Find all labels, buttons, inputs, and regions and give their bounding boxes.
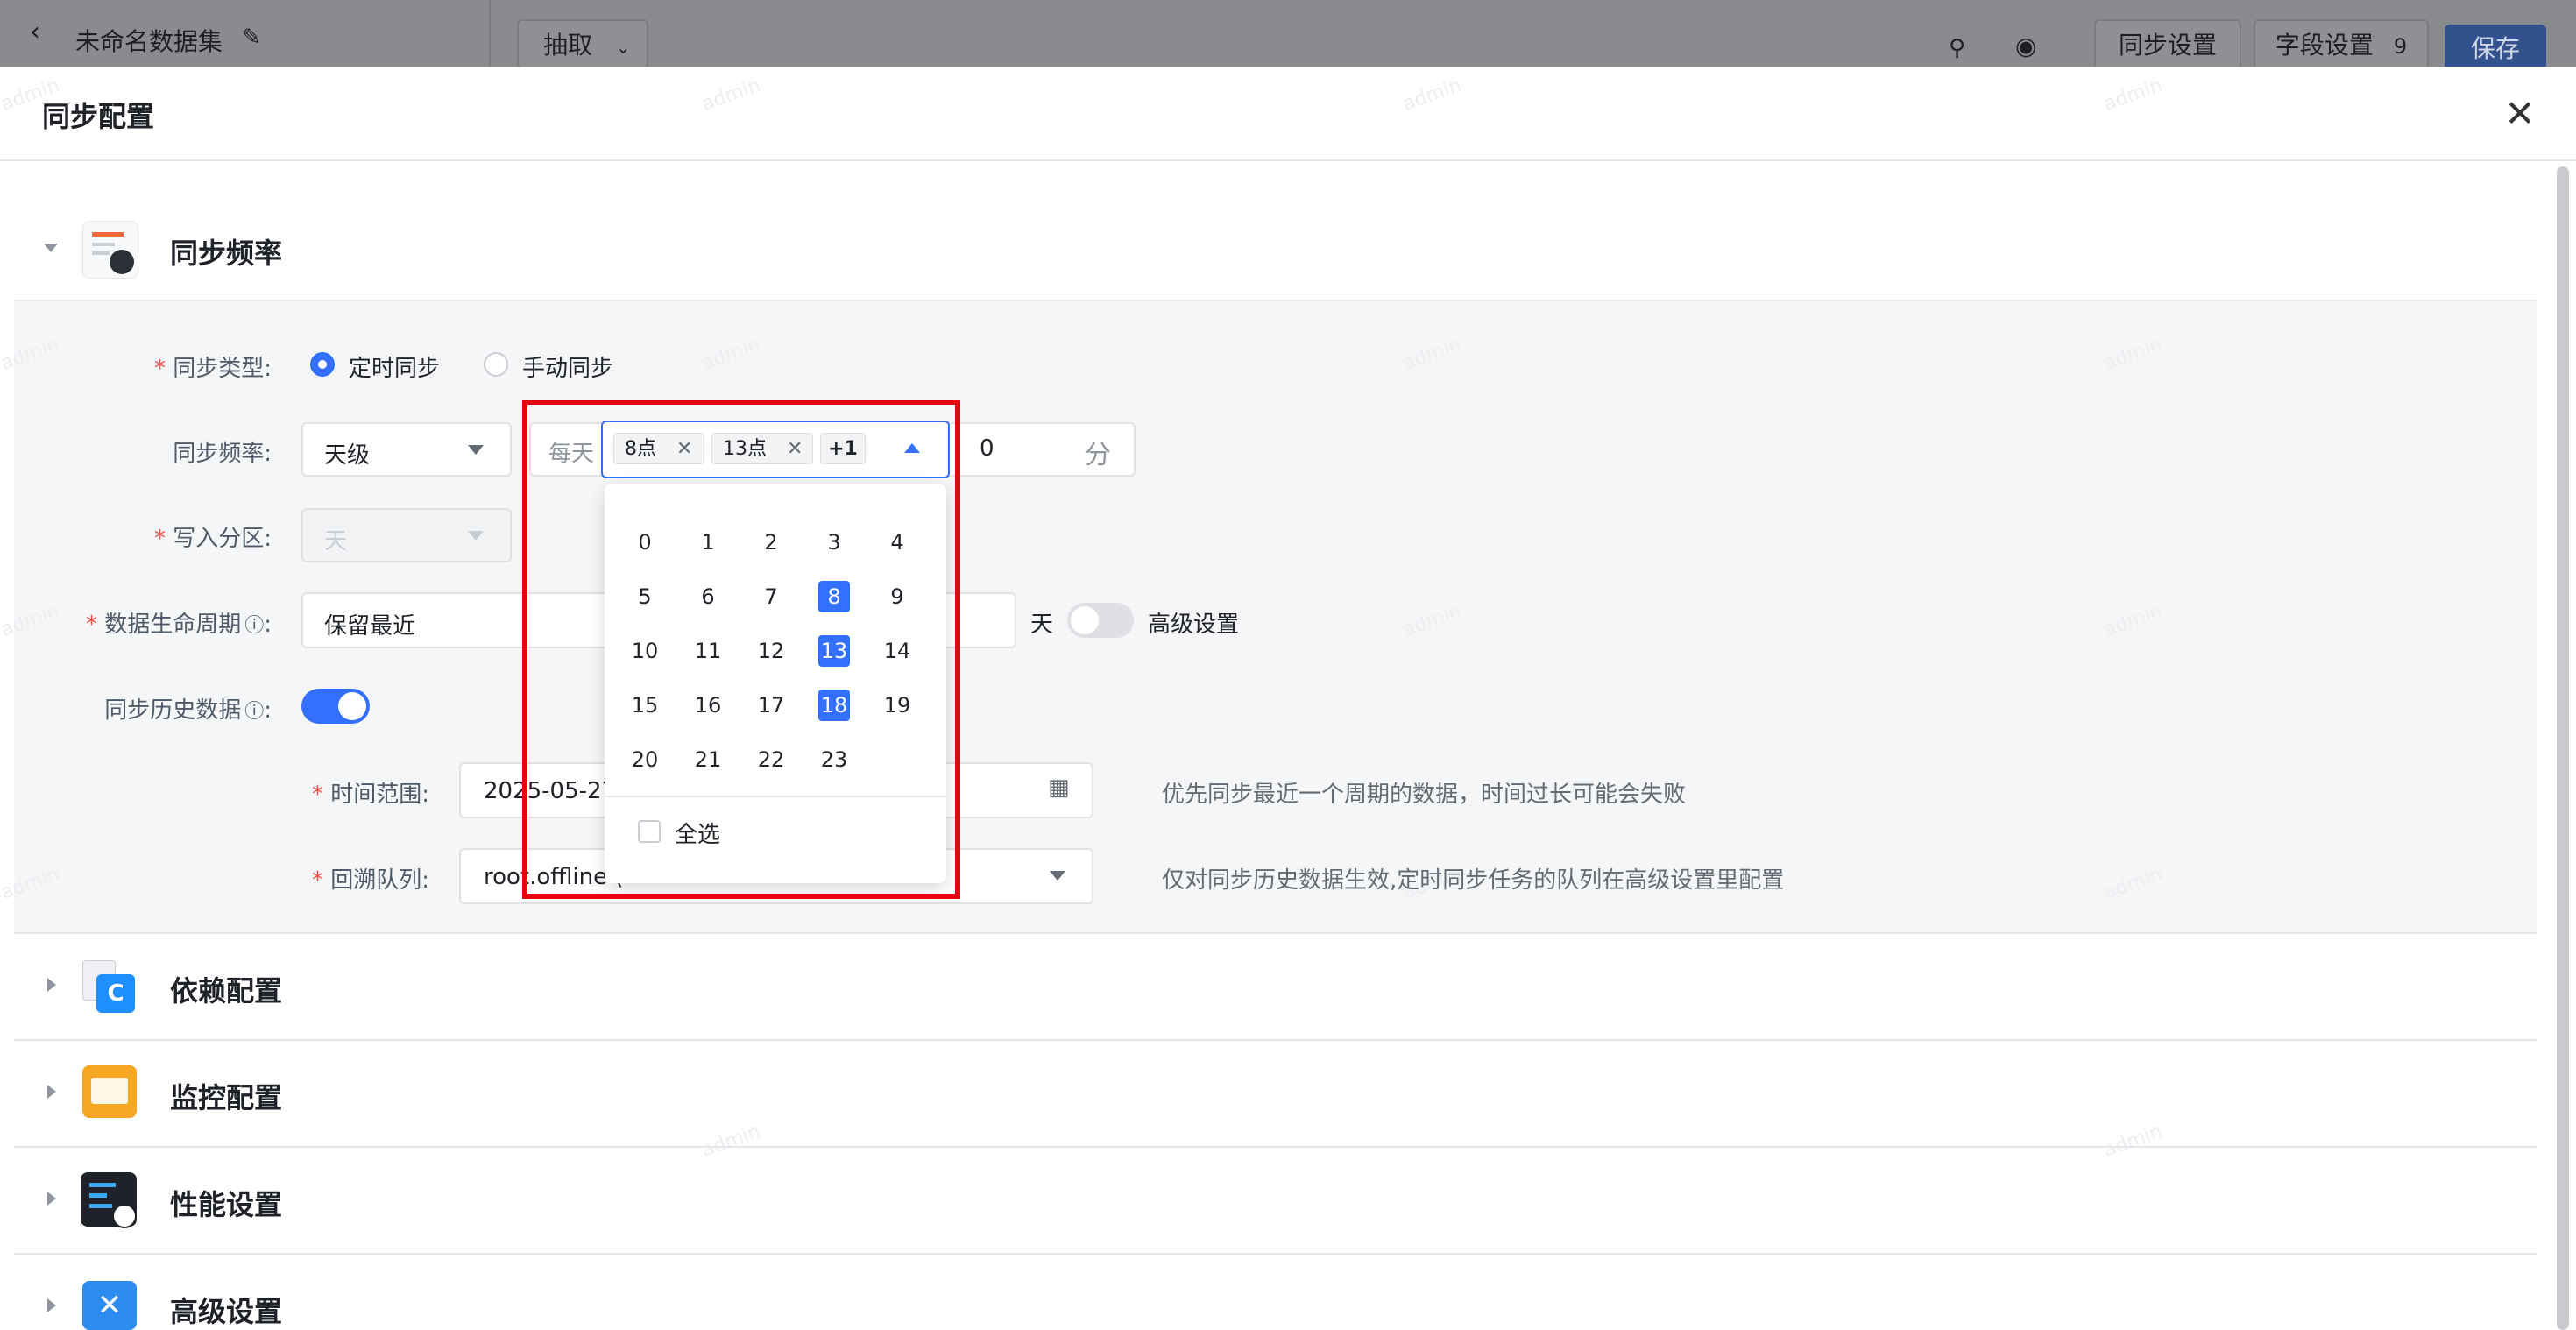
- sync-freq-value: 天级: [324, 442, 371, 469]
- sync-type-label: * 同步类型:: [153, 356, 272, 382]
- time-range-label: * 时间范围:: [311, 782, 429, 808]
- advanced-toggle-label: 高级设置: [1148, 612, 1240, 638]
- highlight-box: [522, 400, 960, 899]
- expand-caret-icon[interactable]: [47, 1192, 56, 1206]
- tools-icon: ✕: [82, 1281, 137, 1330]
- section-divider: [14, 1146, 2537, 1148]
- section-divider: [14, 1253, 2537, 1255]
- section-divider: [14, 1039, 2537, 1041]
- top-toolbar: ‹ 未命名数据集 ✎ 抽取 ⌄ ⚲ ◉ 同步设置 字段设置 9 保存: [0, 0, 2576, 74]
- section-title-monitor[interactable]: 监控配置: [170, 1076, 282, 1116]
- radio-scheduled[interactable]: [310, 352, 335, 377]
- section-divider: [14, 932, 2537, 934]
- chevron-down-icon: ⌄: [615, 37, 631, 58]
- drawer-title: 同步配置: [42, 100, 155, 133]
- expand-caret-icon[interactable]: [47, 1085, 56, 1099]
- field-settings-button[interactable]: 字段设置 9: [2254, 19, 2429, 72]
- mode-select[interactable]: 抽取 ⌄: [517, 19, 648, 68]
- filter-icon[interactable]: ⚲: [1949, 35, 1965, 61]
- divider: [489, 0, 491, 67]
- section-title-dependency[interactable]: 依赖配置: [170, 969, 282, 1009]
- expand-caret-icon[interactable]: [47, 978, 56, 992]
- sync-settings-button[interactable]: 同步设置: [2094, 19, 2241, 72]
- advanced-toggle[interactable]: [1067, 603, 1134, 638]
- lifecycle-label: * 数据生命周期 ⓘ:: [85, 612, 272, 638]
- back-icon[interactable]: ‹: [30, 19, 49, 46]
- history-label: 同步历史数据 ⓘ:: [104, 697, 272, 724]
- dependency-icon: C: [81, 959, 137, 1015]
- collapse-caret-icon[interactable]: [44, 244, 58, 252]
- expand-caret-icon[interactable]: [47, 1298, 56, 1312]
- help-icon[interactable]: ⓘ: [244, 615, 264, 637]
- chevron-down-icon: [468, 531, 484, 541]
- history-toggle[interactable]: [301, 689, 370, 724]
- minute-unit: 分: [1085, 440, 1111, 470]
- section-title-performance[interactable]: 性能设置: [170, 1183, 282, 1223]
- field-settings-label: 字段设置: [2275, 31, 2374, 60]
- queue-label: * 回溯队列:: [311, 867, 429, 894]
- section-title-freq[interactable]: 同步频率: [170, 231, 282, 272]
- eye-icon[interactable]: ◉: [2015, 32, 2036, 60]
- chevron-down-icon: [1050, 871, 1065, 881]
- mail-icon: [82, 1065, 137, 1118]
- queue-hint: 仅对同步历史数据生效,定时同步任务的队列在高级设置里配置: [1162, 867, 1785, 894]
- time-range-hint: 优先同步最近一个周期的数据，时间过长可能会失败: [1162, 782, 1687, 808]
- edit-icon[interactable]: ✎: [242, 25, 261, 51]
- scrollbar[interactable]: [2557, 166, 2569, 1330]
- partition-label: * 写入分区:: [153, 526, 272, 552]
- radio-manual-label[interactable]: 手动同步: [522, 350, 613, 383]
- lifecycle-value: 保留最近: [324, 613, 416, 640]
- performance-icon: [81, 1172, 137, 1228]
- chevron-down-icon: [468, 445, 484, 455]
- drawer-header-divider: [0, 159, 2576, 161]
- close-icon[interactable]: ✕: [2502, 96, 2537, 132]
- calendar-clock-icon: [82, 221, 138, 279]
- radio-scheduled-label[interactable]: 定时同步: [349, 350, 440, 383]
- field-count-badge: 9: [2393, 34, 2408, 59]
- sync-freq-label: 同步频率:: [173, 441, 272, 467]
- calendar-icon[interactable]: ▦: [1048, 775, 1070, 801]
- mode-select-label: 抽取: [543, 31, 593, 60]
- lifecycle-unit: 天: [1030, 612, 1054, 638]
- partition-value: 天: [324, 528, 348, 555]
- help-icon[interactable]: ⓘ: [244, 701, 264, 723]
- section-title-advanced[interactable]: 高级设置: [170, 1290, 282, 1330]
- minute-input[interactable]: 0: [980, 435, 994, 462]
- dataset-name: 未命名数据集: [75, 27, 223, 56]
- radio-manual[interactable]: [484, 352, 508, 377]
